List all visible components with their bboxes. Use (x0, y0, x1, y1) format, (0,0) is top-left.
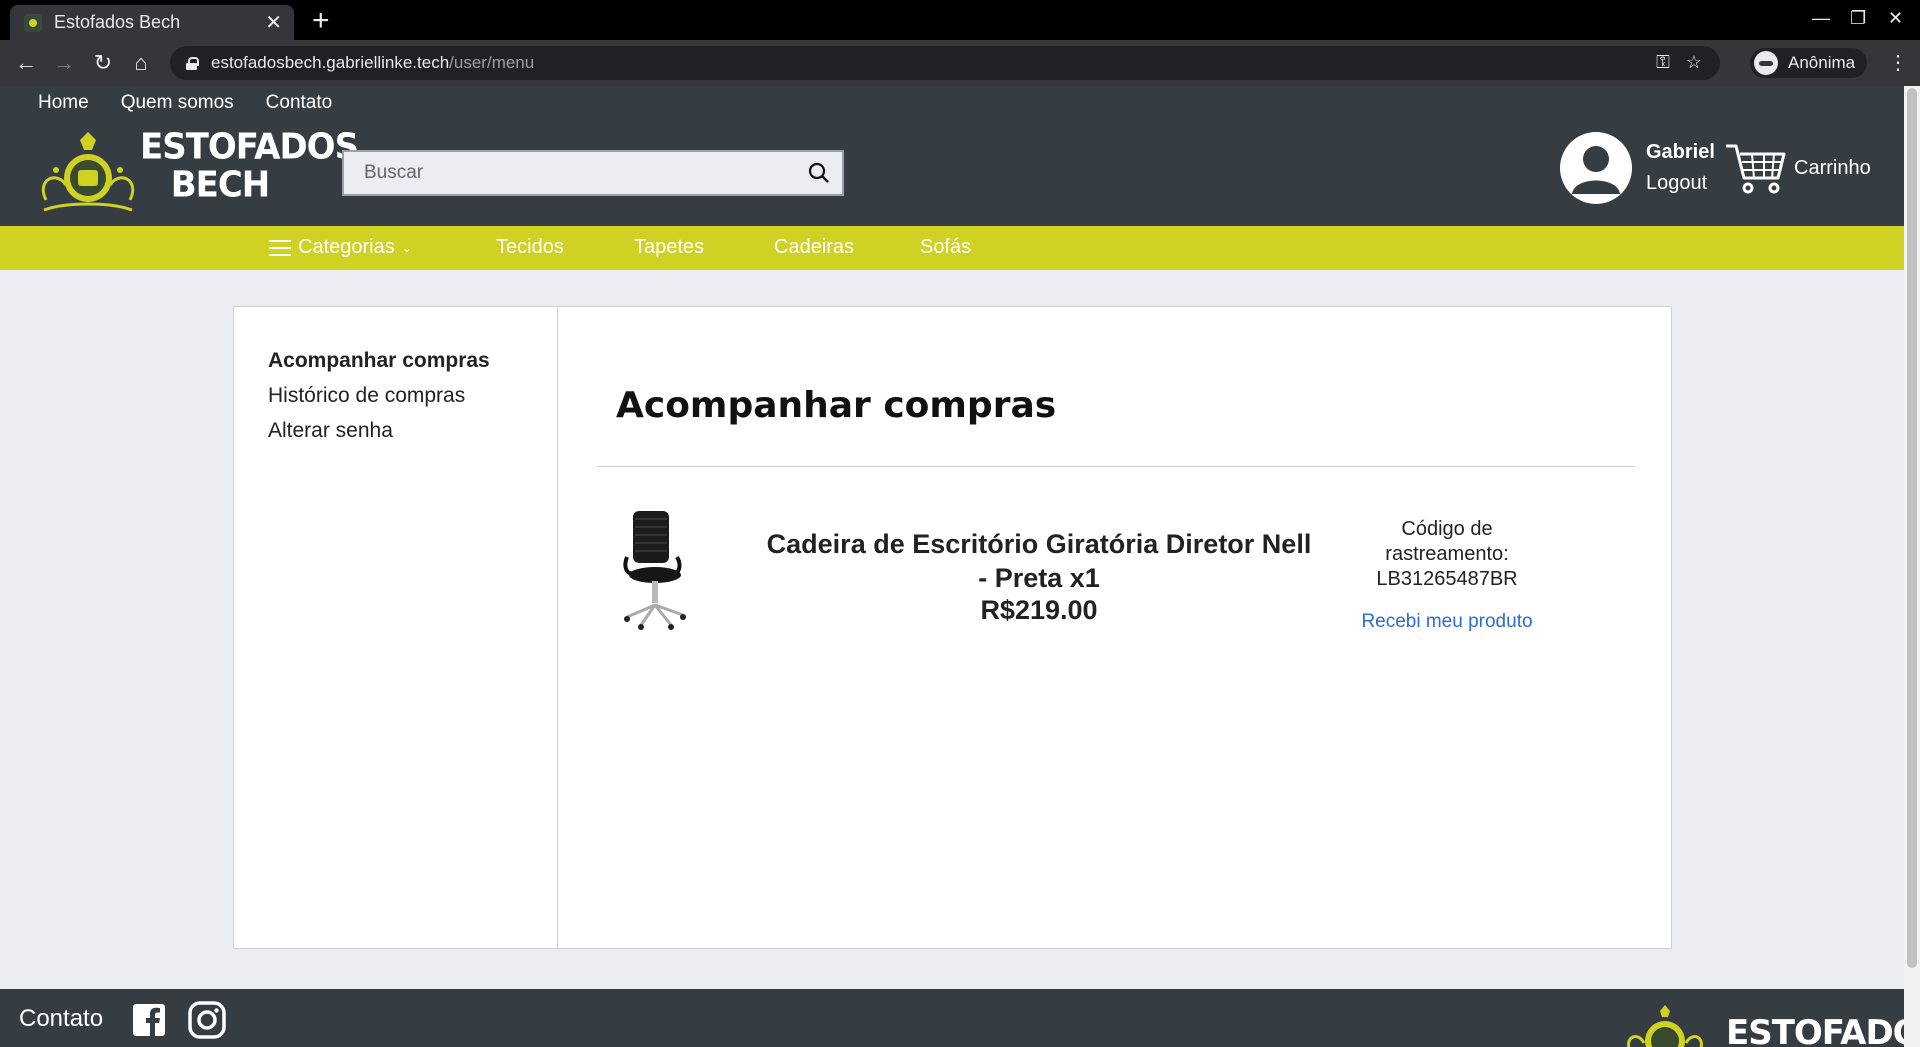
restore-icon[interactable]: ❐ (1850, 8, 1866, 29)
page-title: Acompanhar compras (616, 385, 1057, 426)
tracking-code: LB31265487BR (1376, 568, 1518, 590)
top-nav: Home Quem somos Contato (38, 92, 332, 114)
account-content: Acompanhar compras Cadeira de Escritório… (558, 307, 1671, 948)
hamburger-menu-icon (269, 239, 291, 256)
user-name: Gabriel (1646, 141, 1715, 163)
new-tab-icon[interactable]: + (312, 6, 330, 36)
search-box (342, 150, 844, 196)
footer-contact-label: Contato (19, 1005, 104, 1032)
search-input[interactable] (344, 162, 796, 184)
categories-label: Categorias (298, 236, 395, 258)
cart-button[interactable]: Carrinho (1724, 140, 1871, 196)
facebook-icon[interactable] (132, 1003, 166, 1037)
page-scrollbar[interactable] (1904, 86, 1920, 1047)
browser-toolbar: ← → ↻ ⌂ estofadosbech.gabriellinke.tech /… (0, 40, 1920, 86)
sidebar-item-change-password[interactable]: Alterar senha (268, 419, 557, 443)
page-viewport: Home Quem somos Contato ESTOFADOS BECH B… (0, 86, 1904, 1047)
key-icon[interactable]: ⚿ (1656, 52, 1670, 72)
sidebar-item-track-orders[interactable]: Acompanhar compras (268, 349, 557, 373)
footer-logo[interactable]: ESTOFADOS (1620, 1005, 1904, 1047)
account-sidebar: Acompanhar compras Histórico de compras … (234, 307, 558, 948)
forward-icon[interactable]: → (50, 50, 78, 76)
chevron-down-icon: ⌄ (401, 240, 412, 255)
user-block: Gabriel Logout (1560, 132, 1715, 204)
search-icon[interactable] (796, 152, 842, 194)
nav-about-link[interactable]: Quem somos (121, 92, 234, 114)
back-icon[interactable]: ← (12, 50, 40, 76)
site-footer: Contato ESTOFADOS (0, 989, 1904, 1047)
browser-tabbar: Estofados Bech ✕ + — ❐ ✕ (0, 0, 1920, 40)
shopping-cart-icon (1726, 144, 1786, 194)
browser-menu-icon[interactable]: ⋮ (1888, 50, 1908, 75)
product-name: Cadeira de Escritório Giratória Diretor … (766, 529, 1312, 593)
category-link-tecidos[interactable]: Tecidos (496, 236, 564, 259)
user-avatar-icon[interactable] (1560, 132, 1632, 204)
divider (597, 466, 1635, 467)
cart-label: Carrinho (1794, 156, 1871, 179)
incognito-icon (1754, 51, 1778, 75)
bookmark-star-icon[interactable]: ☆ (1686, 52, 1702, 72)
logo-text: ESTOFADOS BECH (140, 126, 359, 206)
lock-icon (186, 56, 199, 70)
sidebar-item-order-history[interactable]: Histórico de compras (268, 384, 557, 408)
nav-home-link[interactable]: Home (38, 92, 89, 114)
profile-button[interactable]: Anônima (1750, 48, 1868, 78)
category-link-sofas[interactable]: Sofás (920, 236, 971, 259)
site-logo[interactable]: ESTOFADOS BECH (36, 128, 359, 222)
product-price: R$219.00 (980, 595, 1098, 625)
logout-link[interactable]: Logout (1646, 172, 1715, 195)
footer-logo-emblem-icon (1627, 1005, 1703, 1047)
url-host: estofadosbech.gabriellinke.tech (211, 53, 450, 72)
tracking-info: Código de rastreamento: LB31265487BR (1357, 517, 1537, 592)
minimize-icon[interactable]: — (1812, 8, 1830, 29)
omnibox-actions: ⚿ ☆ (1656, 52, 1702, 73)
nav-contact-link[interactable]: Contato (266, 92, 333, 114)
product-image[interactable] (619, 507, 691, 631)
account-panel: Acompanhar compras Histórico de compras … (233, 306, 1672, 949)
user-text: Gabriel Logout (1646, 141, 1715, 195)
category-link-cadeiras[interactable]: Cadeiras (774, 236, 854, 259)
close-tab-icon[interactable]: ✕ (265, 13, 282, 33)
received-product-link[interactable]: Recebi meu produto (1337, 611, 1557, 633)
categories-dropdown[interactable]: Categorias ⌄ (269, 236, 412, 259)
profile-label: Anônima (1788, 53, 1856, 72)
tracking-label: Código de rastreamento: (1385, 518, 1509, 565)
browser-tab[interactable]: Estofados Bech ✕ (10, 5, 294, 40)
address-bar[interactable]: estofadosbech.gabriellinke.tech/user/men… (170, 46, 1720, 80)
reload-icon[interactable]: ↻ (89, 50, 117, 76)
category-bar: Categorias ⌄ Tecidos Tapetes Cadeiras So… (0, 226, 1904, 270)
footer-logo-text: ESTOFADOS (1726, 1013, 1904, 1047)
url-path: /user/menu (449, 53, 535, 72)
logo-emblem-icon (42, 132, 134, 212)
tab-title: Estofados Bech (54, 12, 181, 32)
site-favicon-icon (24, 13, 42, 32)
order-item: Cadeira de Escritório Giratória Diretor … (597, 507, 1635, 637)
site-header: Home Quem somos Contato ESTOFADOS BECH B… (0, 86, 1904, 226)
close-window-icon[interactable]: ✕ (1888, 8, 1903, 29)
scrollbar-thumb[interactable] (1907, 88, 1917, 968)
category-link-tapetes[interactable]: Tapetes (634, 236, 704, 259)
instagram-icon[interactable] (188, 1001, 226, 1039)
home-icon[interactable]: ⌂ (127, 50, 155, 76)
